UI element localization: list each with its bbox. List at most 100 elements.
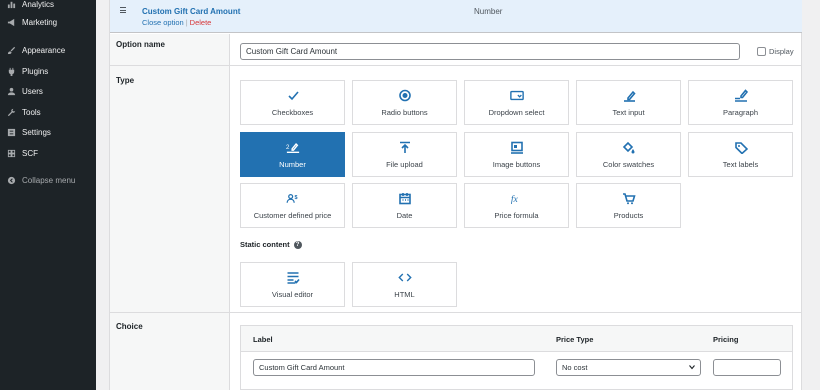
text-input-icon (622, 89, 636, 103)
type-tile-price-formula[interactable]: fx Price formula (464, 183, 569, 228)
type-tile-date[interactable]: Date (352, 183, 457, 228)
tile-label: Customer defined price (253, 210, 332, 220)
static-content-label: Static content (240, 240, 290, 249)
type-tile-dropdown-select[interactable]: Dropdown select (464, 80, 569, 125)
type-tile-file-upload[interactable]: File upload (352, 132, 457, 177)
type-tile-html[interactable]: HTML (352, 262, 457, 307)
tile-label: Paragraph (722, 107, 759, 117)
sidebar-item-marketing[interactable]: Marketing (0, 14, 96, 30)
visual-editor-icon (286, 271, 300, 285)
tile-label: Visual editor (271, 289, 314, 299)
static-content-title: Static content ? (240, 240, 302, 249)
sidebar-item-label: Appearance (22, 45, 66, 55)
sidebar-item-analytics[interactable]: Analytics (0, 0, 96, 12)
sidebar-item-label: SCF (22, 148, 38, 158)
paint-bucket-icon (622, 141, 636, 155)
hamburger-icon[interactable] (120, 7, 126, 13)
price-type-value: No cost (562, 363, 588, 372)
help-icon[interactable]: ? (293, 240, 302, 249)
separator: | (185, 18, 188, 27)
sidebar-item-settings[interactable]: Settings (0, 124, 96, 140)
option-actions: Close option | Delete (142, 18, 211, 27)
admin-sidebar: Analytics Marketing Appearance Plugins U… (0, 0, 96, 390)
delete-option-link[interactable]: Delete (190, 18, 212, 27)
tile-label: HTML (394, 289, 415, 299)
svg-text:2: 2 (286, 144, 290, 151)
tile-label: Date (396, 210, 413, 220)
radio-icon (398, 89, 412, 103)
sidebar-item-plugins[interactable]: Plugins (0, 63, 96, 79)
collapse-menu-button[interactable]: Collapse menu (0, 172, 96, 188)
option-type-label: Number (474, 7, 503, 16)
formula-icon: fx (510, 192, 524, 206)
option-title[interactable]: Custom Gift Card Amount (142, 7, 240, 16)
brush-icon (6, 45, 16, 55)
tile-label: Color swatches (602, 159, 655, 169)
svg-text:fx: fx (510, 194, 518, 205)
plug-icon (6, 66, 16, 76)
tile-label: Text labels (722, 159, 759, 169)
tile-label: Image buttons (492, 159, 541, 169)
option-header[interactable]: Custom Gift Card Amount Close option | Del… (110, 0, 802, 33)
type-tile-customer-defined-price[interactable]: $ Customer defined price (240, 183, 345, 228)
sidebar-item-appearance[interactable]: Appearance (0, 42, 96, 58)
sidebar-item-tools[interactable]: Tools (0, 104, 96, 120)
type-tile-paragraph[interactable]: Paragraph (688, 80, 793, 125)
type-tile-visual-editor[interactable]: Visual editor (240, 262, 345, 307)
users-icon (6, 86, 16, 96)
dropdown-icon (509, 89, 524, 103)
settings-icon (6, 127, 16, 137)
cart-icon (622, 192, 636, 206)
close-option-link[interactable]: Close option (142, 18, 184, 27)
type-label-cell (110, 66, 230, 312)
option-panel: Custom Gift Card Amount Close option | Del… (109, 0, 802, 390)
sidebar-item-scf[interactable]: SCF (0, 145, 96, 161)
checkmark-icon (286, 89, 300, 103)
option-name-label-cell (110, 34, 230, 65)
tag-icon (734, 141, 748, 155)
chevron-down-icon (689, 365, 695, 370)
sidebar-item-label: Settings (22, 127, 51, 137)
tile-label: Products (613, 210, 644, 220)
svg-text:$: $ (294, 195, 297, 201)
sidebar-item-label: Tools (22, 107, 41, 117)
type-label: Type (116, 76, 135, 85)
sidebar-item-label: Users (22, 86, 43, 96)
type-tile-checkboxes[interactable]: Checkboxes (240, 80, 345, 125)
paragraph-icon (734, 89, 748, 103)
type-tile-products[interactable]: Products (576, 183, 681, 228)
tile-label: Price formula (494, 210, 539, 220)
pricing-input[interactable] (713, 359, 781, 376)
choice-label-input[interactable]: Custom Gift Card Amount (253, 359, 535, 376)
sidebar-item-users[interactable]: Users (0, 83, 96, 99)
grid-icon (6, 148, 16, 158)
type-tile-color-swatches[interactable]: Color swatches (576, 132, 681, 177)
col-label-header: Label (253, 335, 273, 344)
display-checkbox[interactable] (757, 47, 766, 56)
type-tile-text-input[interactable]: Text input (576, 80, 681, 125)
customer-price-icon: $ (286, 192, 300, 206)
number-icon: 2 (286, 141, 300, 155)
option-name-label: Option name (116, 40, 165, 49)
tile-label: Number (279, 159, 306, 169)
type-tile-number[interactable]: 2 Number (240, 132, 345, 177)
type-tile-image-buttons[interactable]: Image buttons (464, 132, 569, 177)
tile-label: Dropdown select (488, 107, 545, 117)
type-tile-radio-buttons[interactable]: Radio buttons (352, 80, 457, 125)
tile-label: File upload (386, 159, 423, 169)
megaphone-icon (6, 17, 16, 27)
tile-label: Radio buttons (381, 107, 428, 117)
image-buttons-icon (510, 141, 524, 155)
option-name-input[interactable]: Custom Gift Card Amount (240, 43, 740, 60)
choice-label: Choice (116, 322, 143, 331)
choice-table: Label Price Type Pricing Custom Gift Car… (240, 325, 793, 390)
calendar-icon (398, 192, 412, 206)
sidebar-item-label: Plugins (22, 66, 49, 76)
col-pricing-header: Pricing (713, 335, 739, 344)
analytics-icon (6, 0, 16, 9)
collapse-icon (6, 175, 16, 185)
type-tile-text-labels[interactable]: Text labels (688, 132, 793, 177)
price-type-select[interactable]: No cost (556, 359, 701, 376)
col-price-type-header: Price Type (556, 335, 594, 344)
display-label: Display (769, 47, 794, 56)
